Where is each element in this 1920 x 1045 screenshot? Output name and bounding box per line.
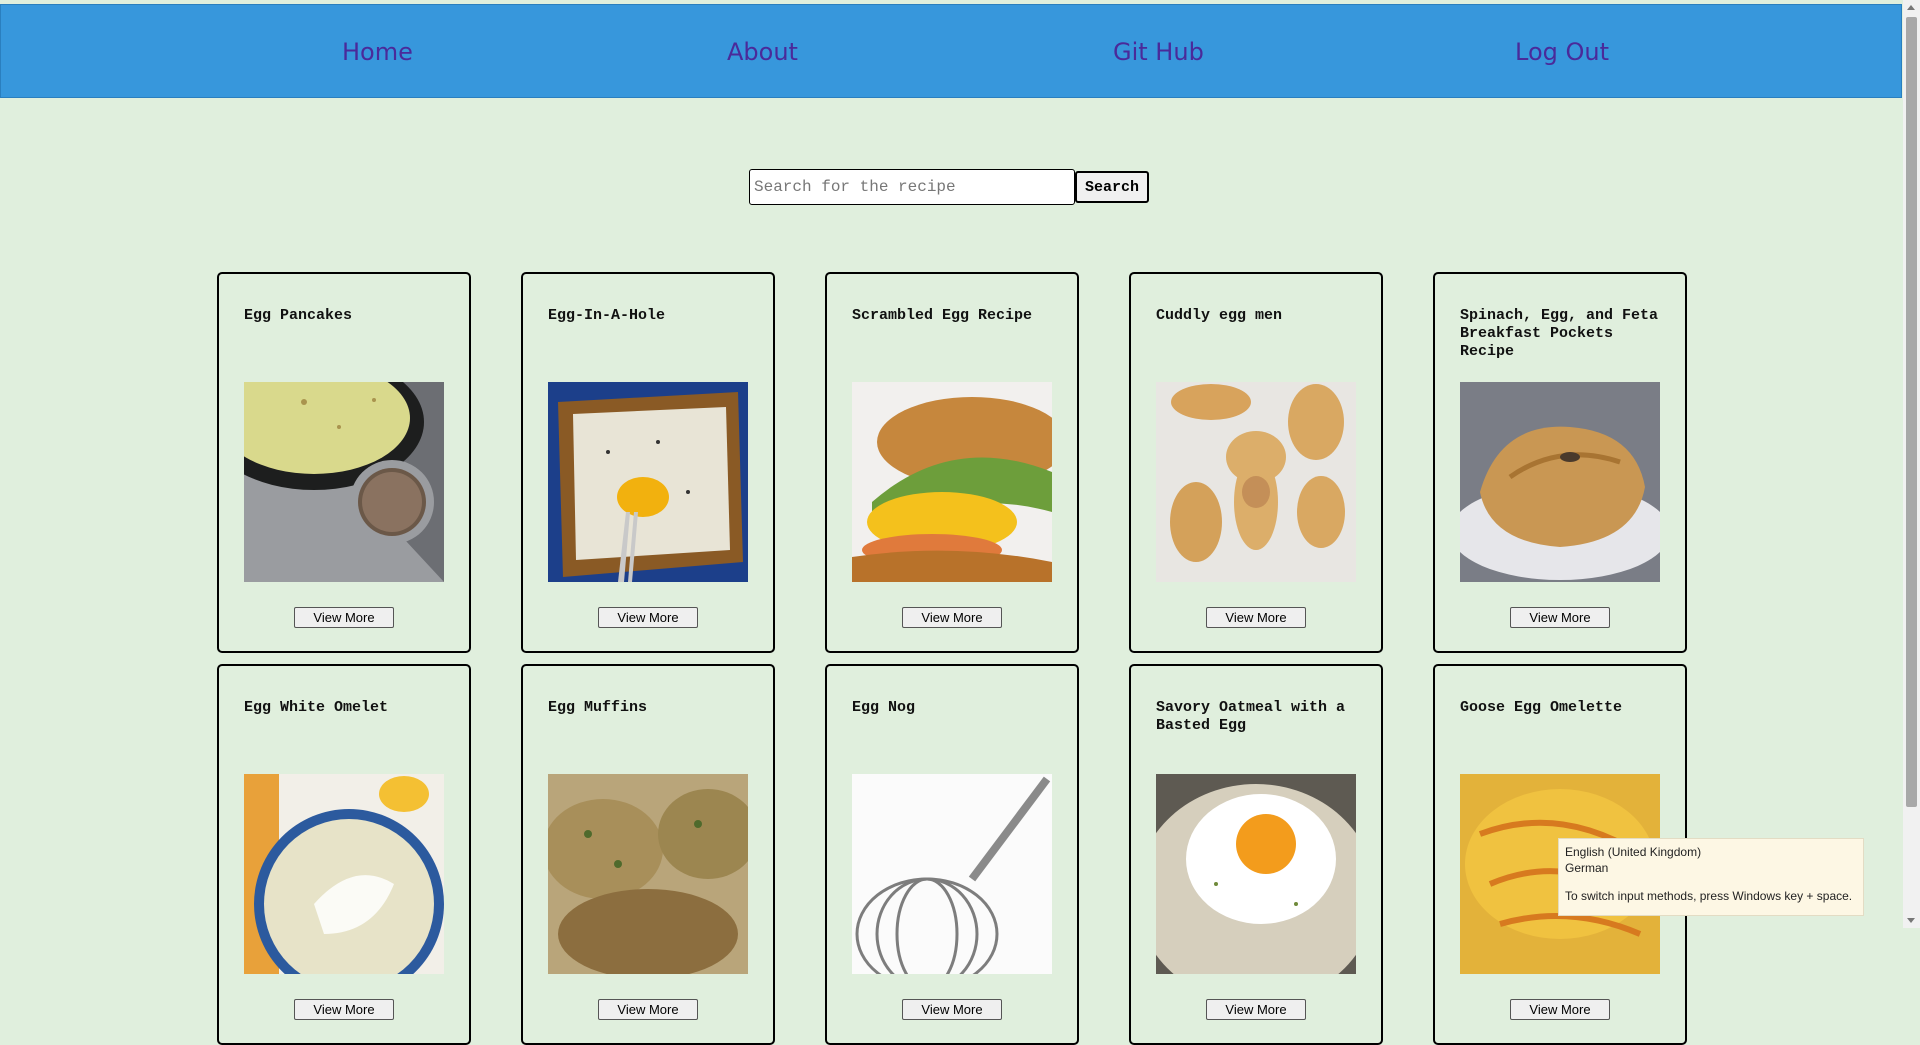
view-more-button[interactable]: View More (902, 999, 1002, 1020)
recipe-title: Cuddly egg men (1156, 307, 1283, 324)
recipe-card: Egg Nog View More (825, 664, 1079, 1045)
view-more-button[interactable]: View More (1510, 607, 1610, 628)
view-more-button[interactable]: View More (1206, 999, 1306, 1020)
recipe-card: Egg-In-A-Hole View More (521, 272, 775, 653)
recipe-title: Goose Egg Omelette (1460, 699, 1623, 716)
input-method-tooltip: English (United Kingdom) German To switc… (1558, 838, 1864, 916)
nav-logout-link[interactable]: Log Out (1515, 38, 1609, 66)
recipe-card: Scrambled Egg Recipe View More (825, 272, 1079, 653)
recipe-title: Spinach, Egg, and Feta Breakfast Pockets… (1460, 307, 1659, 360)
scroll-down-arrow-icon[interactable] (1907, 918, 1915, 923)
recipe-title: Egg Pancakes (244, 307, 353, 324)
view-more-button[interactable]: View More (598, 999, 698, 1020)
savory-oatmeal-photo (1156, 774, 1356, 974)
egg-muffins-photo (548, 774, 748, 974)
top-navbar: Home About Git Hub Log Out (0, 4, 1902, 98)
recipe-title: Egg Muffins (548, 699, 648, 716)
recipe-title: Savory Oatmeal with a Basted Egg (1156, 699, 1346, 734)
scroll-thumb[interactable] (1906, 17, 1917, 807)
view-more-button[interactable]: View More (294, 999, 394, 1020)
search-button[interactable]: Search (1075, 171, 1150, 203)
recipe-card: Cuddly egg men View More (1129, 272, 1383, 653)
recipe-card: Egg White Omelet View More (217, 664, 471, 1045)
vertical-scrollbar[interactable] (1903, 0, 1920, 928)
view-more-button[interactable]: View More (902, 607, 1002, 628)
egg-nog-photo (852, 774, 1052, 974)
recipe-title: Egg White Omelet (244, 699, 389, 716)
recipe-card: Spinach, Egg, and Feta Breakfast Pockets… (1433, 272, 1687, 653)
cuddly-egg-men-photo (1156, 382, 1356, 582)
view-more-button[interactable]: View More (1510, 999, 1610, 1020)
egg-pancakes-photo (244, 382, 444, 582)
view-more-button[interactable]: View More (598, 607, 698, 628)
egg-white-omelet-photo (244, 774, 444, 974)
recipe-card: Egg Pancakes View More (217, 272, 471, 653)
nav-about-link[interactable]: About (727, 38, 798, 66)
scrambled-egg-photo (852, 382, 1052, 582)
ime-language-primary: English (United Kingdom) (1565, 845, 1702, 859)
recipe-title: Scrambled Egg Recipe (852, 307, 1033, 324)
search-input[interactable] (749, 169, 1075, 205)
recipe-title: Egg Nog (852, 699, 916, 716)
view-more-button[interactable]: View More (1206, 607, 1306, 628)
egg-in-a-hole-photo (548, 382, 748, 582)
breakfast-pockets-photo (1460, 382, 1660, 582)
ime-language-secondary: German (1565, 861, 1609, 875)
recipe-card: Egg Muffins View More (521, 664, 775, 1045)
view-more-button[interactable]: View More (294, 607, 394, 628)
nav-github-link[interactable]: Git Hub (1113, 38, 1204, 66)
ime-hint: To switch input methods, press Windows k… (1565, 889, 1853, 903)
recipe-title: Egg-In-A-Hole (548, 307, 666, 324)
nav-home-link[interactable]: Home (342, 38, 413, 66)
recipe-card: Savory Oatmeal with a Basted Egg View Mo… (1129, 664, 1383, 1045)
search-bar: Search (749, 169, 1150, 205)
scroll-up-arrow-icon[interactable] (1907, 5, 1915, 10)
